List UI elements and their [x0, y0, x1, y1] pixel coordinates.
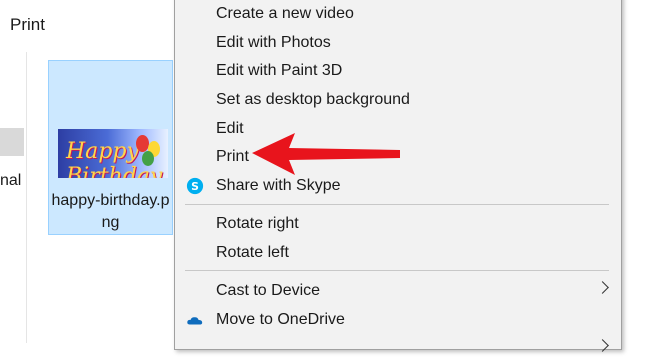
menu-item-label: Edit with Paint 3D	[216, 62, 343, 79]
menu-item-edit-with-paint-3d[interactable]: Edit with Paint 3D	[175, 58, 621, 86]
menu-item-create-video[interactable]: Create a new video	[175, 1, 621, 29]
menu-item-label: Cast to Device	[216, 282, 321, 299]
file-name-line-2: ng	[101, 214, 120, 231]
file-name: happy-birthday.p ng	[49, 190, 172, 234]
menu-item-cast-to-device[interactable]: Cast to Device	[175, 278, 621, 306]
menu-separator	[185, 204, 609, 205]
menu-item-move-to-onedrive[interactable]: Move to OneDrive	[175, 307, 621, 335]
menu-item-rotate-right[interactable]: Rotate right	[175, 211, 621, 239]
skype-icon: S	[186, 177, 204, 195]
toolbar-print-label[interactable]: Print	[10, 15, 45, 35]
chevron-right-icon	[596, 281, 609, 294]
file-thumbnail: Happy Birthday	[58, 129, 168, 178]
svg-text:S: S	[191, 180, 199, 193]
menu-item-label: Create a new video	[216, 5, 354, 22]
menu-separator	[185, 270, 609, 271]
menu-item-edit-with-photos[interactable]: Edit with Photos	[175, 30, 621, 58]
menu-item-label: Rotate right	[216, 215, 299, 232]
red-arrow-annotation	[252, 133, 400, 175]
menu-item-label: Edit with Photos	[216, 34, 331, 51]
balloon-graphic	[142, 151, 154, 166]
menu-item-label: Set as desktop background	[216, 91, 410, 108]
menu-item-more[interactable]	[175, 336, 621, 364]
navigation-pane: nal	[0, 52, 27, 343]
menu-item-label: Edit	[216, 120, 244, 137]
file-item-selected[interactable]: Happy Birthday happy-birthday.p ng	[48, 60, 173, 235]
menu-item-rotate-left[interactable]: Rotate left	[175, 240, 621, 268]
onedrive-icon	[187, 317, 203, 325]
file-name-line-1: happy-birthday.p	[51, 192, 170, 209]
nav-item-selected[interactable]	[0, 128, 24, 156]
menu-item-label: Rotate left	[216, 244, 289, 261]
menu-item-label: Move to OneDrive	[216, 311, 345, 328]
chevron-right-icon	[596, 339, 609, 352]
nav-item-label[interactable]: nal	[0, 172, 21, 190]
menu-item-set-as-desktop-background[interactable]: Set as desktop background	[175, 87, 621, 115]
menu-item-label: Print	[216, 148, 249, 165]
